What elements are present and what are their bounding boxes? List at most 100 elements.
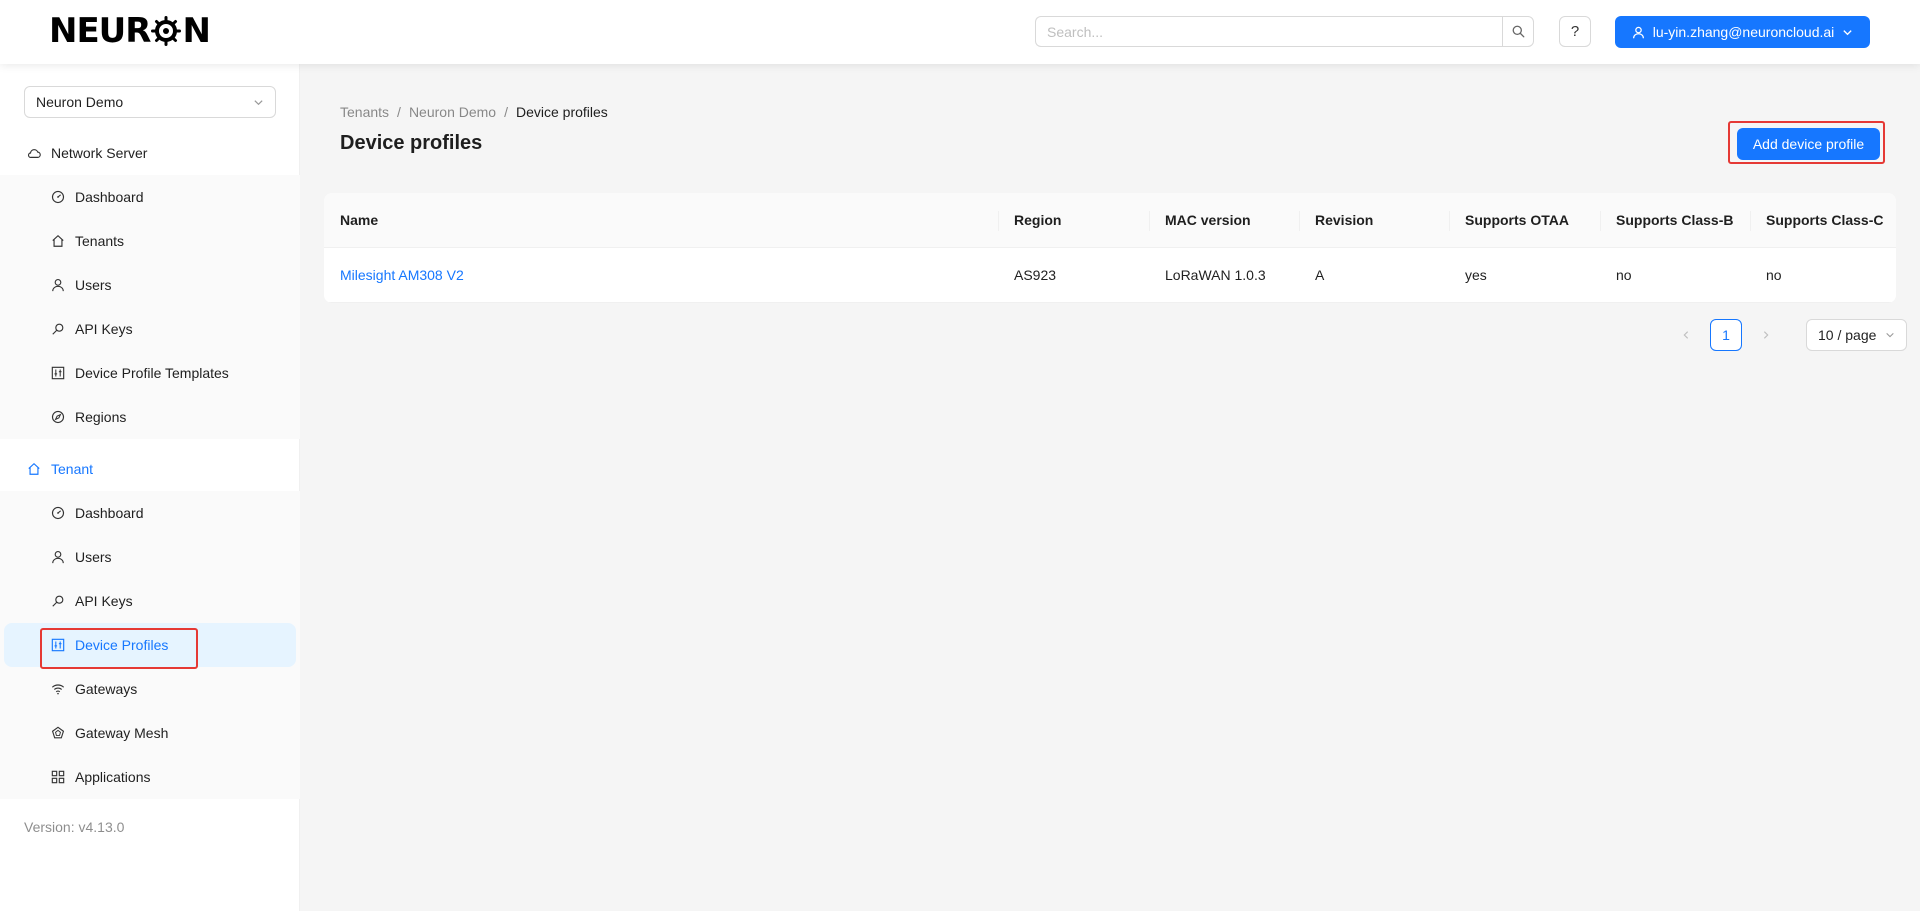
- sidebar-item-label: Users: [75, 277, 112, 293]
- top-header: NEUR N ? lu-yin.zhang@neuroncloud.ai: [0, 0, 1920, 64]
- sidebar-item-tenant-applications[interactable]: Applications: [0, 755, 300, 799]
- search-icon: [1512, 25, 1524, 38]
- sidebar-item-ns-dashboard[interactable]: Dashboard: [0, 175, 300, 219]
- chevron-right-icon: [1763, 331, 1769, 339]
- cell-supports-class-c: no: [1766, 267, 1782, 283]
- cell-mac-version: LoRaWAN 1.0.3: [1165, 267, 1266, 283]
- column-header-name: Name: [340, 212, 379, 228]
- table-header: Name Region MAC version Revision Support…: [324, 193, 1896, 248]
- chevron-left-icon: [1683, 331, 1689, 339]
- chevron-down-icon: [254, 99, 263, 105]
- menu-group-label: Network Server: [51, 145, 148, 161]
- network-server-submenu: Dashboard Tenants Users API Keys Device …: [0, 175, 300, 439]
- sidebar-item-label: Applications: [75, 769, 151, 785]
- sidebar-item-tenant-gateways[interactable]: Gateways: [0, 667, 300, 711]
- column-header-mac-version: MAC version: [1149, 193, 1299, 247]
- sidebar-item-label: Dashboard: [75, 189, 144, 205]
- sidebar-item-tenant-gateway-mesh[interactable]: Gateway Mesh: [0, 711, 300, 755]
- column-header-region: Region: [998, 193, 1149, 247]
- mesh-icon: [51, 726, 65, 740]
- search-button[interactable]: [1502, 16, 1534, 47]
- sidebar: Neuron Demo Network Server Dashboard Ten…: [0, 64, 300, 911]
- cell-supports-class-b: no: [1616, 267, 1632, 283]
- cell-region: AS923: [1014, 267, 1057, 283]
- sidebar-item-label: Tenants: [75, 233, 125, 249]
- version-label: Version: v4.13.0: [24, 819, 125, 835]
- tenant-select[interactable]: Neuron Demo: [24, 86, 276, 118]
- sidebar-item-ns-device-profile-templates[interactable]: Device Profile Templates: [0, 351, 300, 395]
- column-header-supports-class-c: Supports Class-C: [1750, 193, 1896, 247]
- compass-icon: [51, 410, 65, 424]
- page-number-button[interactable]: 1: [1710, 319, 1742, 351]
- sidebar-item-label: Regions: [75, 409, 127, 425]
- sidebar-item-label: Dashboard: [75, 505, 144, 521]
- sidebar-item-label: Gateway Mesh: [75, 725, 169, 741]
- menu-group-label: Tenant: [51, 461, 94, 477]
- dashboard-icon: [51, 506, 65, 520]
- user-icon: [51, 550, 65, 564]
- device-profile-link[interactable]: Milesight AM308 V2: [340, 267, 464, 283]
- breadcrumb-separator: /: [397, 104, 401, 120]
- breadcrumb-item-current: Device profiles: [515, 104, 608, 120]
- main-content: Tenants / Neuron Demo / Device profiles …: [300, 64, 1920, 911]
- wifi-icon: [51, 682, 65, 696]
- sidebar-item-ns-api-keys[interactable]: API Keys: [0, 307, 300, 351]
- breadcrumb: Tenants / Neuron Demo / Device profiles: [340, 104, 608, 120]
- sidebar-item-label: Device Profile Templates: [75, 365, 229, 381]
- next-page-button[interactable]: [1750, 319, 1782, 351]
- cloud-icon: [27, 146, 41, 160]
- user-icon: [1632, 26, 1644, 38]
- user-icon: [51, 278, 65, 292]
- sidebar-item-label: API Keys: [75, 321, 133, 337]
- page-size-value: 10 / page: [1818, 327, 1877, 343]
- home-icon: [27, 462, 41, 476]
- tenant-menu: Tenant Dashboard Users API Keys Device P…: [0, 447, 300, 799]
- sidebar-item-label: API Keys: [75, 593, 133, 609]
- cell-revision: A: [1315, 267, 1325, 283]
- sidebar-item-label: Users: [75, 549, 112, 565]
- prev-page-button[interactable]: [1670, 319, 1702, 351]
- help-button[interactable]: ?: [1559, 16, 1591, 47]
- logo-text-left: NEUR: [49, 11, 151, 51]
- cell-name-wrap: Milesight AM308 V2: [324, 248, 998, 302]
- column-header-supports-otaa: Supports OTAA: [1449, 193, 1600, 247]
- search-input[interactable]: [1035, 16, 1502, 47]
- logo-text-right: N: [182, 11, 210, 51]
- menu-group-tenant[interactable]: Tenant: [0, 447, 300, 491]
- sidebar-item-label: Gateways: [75, 681, 138, 697]
- sidebar-item-ns-tenants[interactable]: Tenants: [0, 219, 300, 263]
- sliders-icon: [51, 366, 65, 380]
- dashboard-icon: [51, 190, 65, 204]
- sidebar-item-tenant-device-profiles[interactable]: Device Profiles: [4, 623, 296, 667]
- page-title: Device profiles: [340, 132, 483, 154]
- network-server-menu: Network Server Dashboard Tenants Users A…: [0, 131, 300, 439]
- home-icon: [51, 234, 65, 248]
- chevron-down-icon: [1886, 332, 1894, 338]
- column-header-supports-class-b: Supports Class-B: [1600, 193, 1750, 247]
- page-size-select[interactable]: 10 / page: [1806, 319, 1907, 351]
- logo-gear-icon: [151, 16, 182, 46]
- user-menu-button[interactable]: lu-yin.zhang@neuroncloud.ai: [1615, 16, 1870, 48]
- sliders-icon: [51, 638, 65, 652]
- menu-group-network-server[interactable]: Network Server: [0, 131, 300, 175]
- table-row: Milesight AM308 V2 AS923 LoRaWAN 1.0.3 A…: [324, 248, 1896, 303]
- tenant-select-value: Neuron Demo: [36, 94, 124, 110]
- breadcrumb-item-tenants[interactable]: Tenants: [340, 104, 389, 120]
- tenant-submenu: Dashboard Users API Keys Device Profiles…: [0, 491, 300, 799]
- user-email: lu-yin.zhang@neuroncloud.ai: [1652, 24, 1835, 40]
- global-search: [1035, 16, 1534, 47]
- key-icon: [51, 594, 65, 608]
- sidebar-item-tenant-users[interactable]: Users: [0, 535, 300, 579]
- neuron-logo[interactable]: NEUR N: [49, 11, 211, 51]
- add-device-profile-button[interactable]: Add device profile: [1737, 128, 1880, 160]
- grid-icon: [51, 770, 65, 784]
- device-profiles-table: Name Region MAC version Revision Support…: [324, 193, 1896, 303]
- chevron-down-icon: [1843, 29, 1852, 35]
- breadcrumb-item-tenant[interactable]: Neuron Demo: [409, 104, 496, 120]
- sidebar-item-tenant-api-keys[interactable]: API Keys: [0, 579, 300, 623]
- sidebar-item-ns-regions[interactable]: Regions: [0, 395, 300, 439]
- column-header-revision: Revision: [1299, 193, 1449, 247]
- sidebar-item-ns-users[interactable]: Users: [0, 263, 300, 307]
- sidebar-item-tenant-dashboard[interactable]: Dashboard: [0, 491, 300, 535]
- sidebar-item-label: Device Profiles: [75, 637, 169, 653]
